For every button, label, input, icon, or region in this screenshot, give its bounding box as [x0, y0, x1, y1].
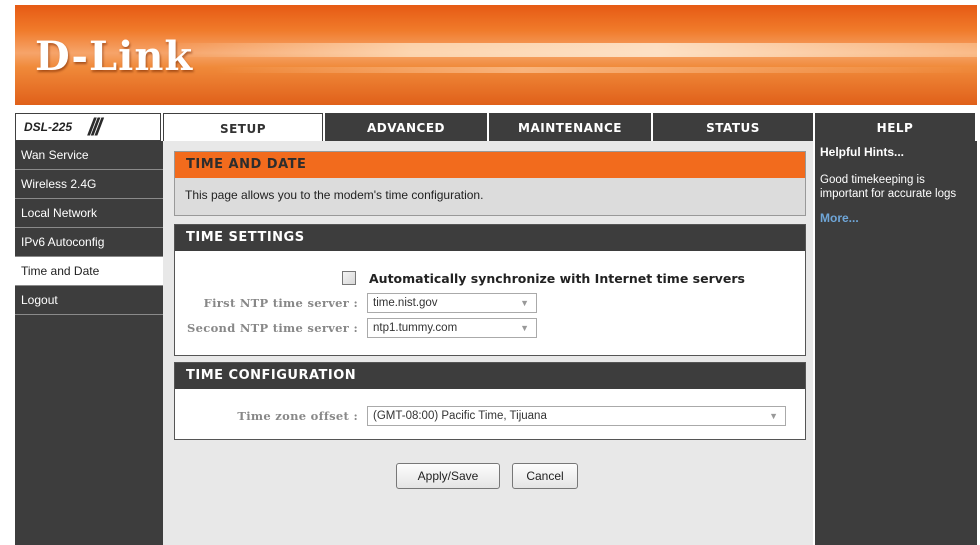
first-ntp-label: First NTP time server :: [203, 296, 358, 310]
dropdown-arrow-icon: ▼: [520, 323, 529, 333]
intro-description: This page allows you to the modem's time…: [185, 188, 484, 202]
tab-advanced[interactable]: ADVANCED: [325, 113, 487, 141]
first-ntp-select[interactable]: time.nist.gov ▼: [367, 293, 537, 313]
first-ntp-value: time.nist.gov: [373, 297, 438, 309]
apply-save-button[interactable]: Apply/Save: [396, 463, 500, 489]
tab-status[interactable]: STATUS: [653, 113, 813, 141]
sidebar-item-wireless[interactable]: Wireless 2.4G: [15, 170, 163, 199]
dropdown-arrow-icon: ▼: [769, 411, 778, 421]
dropdown-arrow-icon: ▼: [520, 298, 529, 308]
sidebar-item-local-network[interactable]: Local Network: [15, 199, 163, 228]
sidebar-item-logout[interactable]: Logout: [15, 286, 163, 315]
second-ntp-label: Second NTP time server :: [187, 321, 358, 335]
sidebar-item-time-and-date[interactable]: Time and Date: [15, 257, 163, 286]
top-tabs: SETUP ADVANCED MAINTENANCE STATUS HELP: [163, 113, 975, 141]
help-title: Helpful Hints...: [820, 145, 904, 159]
timezone-select[interactable]: (GMT-08:00) Pacific Time, Tijuana ▼: [367, 406, 786, 426]
help-more-link[interactable]: More...: [820, 211, 972, 225]
section-title-time-and-date: TIME AND DATE: [175, 152, 805, 178]
dlink-logo: D-Link: [35, 33, 194, 80]
section-title-time-settings: TIME SETTINGS: [175, 225, 805, 251]
tab-maintenance[interactable]: MAINTENANCE: [489, 113, 651, 141]
auto-sync-checkbox[interactable]: [342, 271, 356, 285]
second-ntp-value: ntp1.tummy.com: [373, 322, 458, 334]
timezone-value: (GMT-08:00) Pacific Time, Tijuana: [373, 410, 547, 422]
model-slashes: ///: [88, 114, 102, 141]
model-badge: DSL-225 ///: [15, 113, 161, 141]
header-banner: D-Link: [15, 5, 977, 105]
time-configuration-panel: TIME CONFIGURATION Time zone offset : (G…: [174, 362, 806, 440]
banner-streak: [165, 43, 977, 57]
cancel-button[interactable]: Cancel: [512, 463, 578, 489]
main-content: TIME AND DATE This page allows you to th…: [163, 141, 813, 545]
intro-panel: TIME AND DATE This page allows you to th…: [174, 151, 806, 216]
tab-setup[interactable]: SETUP: [163, 113, 323, 141]
sidebar-item-wan-service[interactable]: Wan Service: [15, 141, 163, 170]
tab-help[interactable]: HELP: [815, 113, 975, 141]
section-title-time-configuration: TIME CONFIGURATION: [175, 363, 805, 389]
time-settings-panel: TIME SETTINGS Automatically synchronize …: [174, 224, 806, 356]
sidebar-item-ipv6-autoconfig[interactable]: IPv6 Autoconfig: [15, 228, 163, 257]
banner-streak: [215, 67, 977, 73]
help-panel: Helpful Hints... Good timekeeping is imp…: [815, 141, 977, 545]
auto-sync-label: Automatically synchronize with Internet …: [369, 271, 745, 286]
second-ntp-select[interactable]: ntp1.tummy.com ▼: [367, 318, 537, 338]
model-name: DSL-225: [24, 120, 73, 134]
sidebar: Wan Service Wireless 2.4G Local Network …: [15, 141, 163, 545]
timezone-label: Time zone offset :: [237, 409, 358, 423]
help-text: Good timekeeping is important for accura…: [820, 174, 957, 200]
